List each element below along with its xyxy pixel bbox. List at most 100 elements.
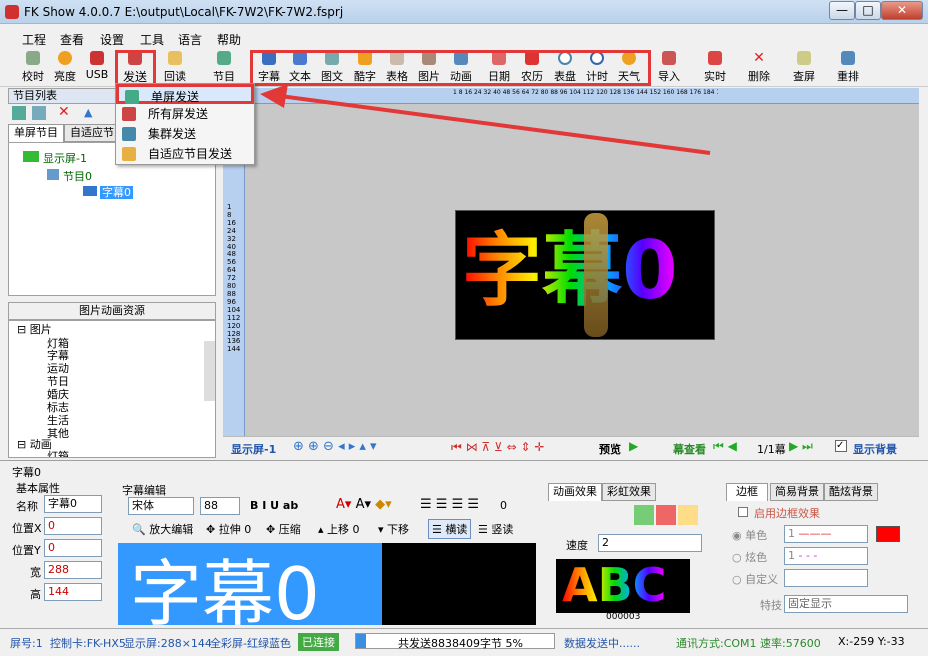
red-arrow-annotation [260, 84, 711, 155]
tab-animation-effect[interactable]: 动画效果 [548, 483, 602, 501]
single-color-radio[interactable]: ◉ 单色 [732, 527, 767, 543]
tree-screen-node[interactable]: 显示屏-1 [23, 151, 87, 165]
y-label: 位置Y [12, 544, 41, 557]
tree-item[interactable]: 运动 [47, 363, 69, 375]
usb-button[interactable]: USB [82, 51, 112, 85]
sending-status: 数据发送中...... [564, 637, 640, 650]
add-program-icon[interactable] [32, 106, 46, 120]
screen-select[interactable]: 显示屏-1 [231, 441, 276, 457]
resource-tree: ⊟ 图片 灯箱 字幕 运动 节日 婚庆 标志 生活 其他 ⊟ 动画 灯箱 [8, 320, 216, 458]
format-buttons[interactable]: B I U ab [250, 499, 298, 512]
tree-program-node[interactable]: 节目0 [47, 169, 92, 183]
tree-caption-node[interactable]: 字幕0 [83, 186, 133, 199]
menu-settings[interactable]: 设置 [100, 31, 124, 48]
vertical-ruler-labels: 1 8 16 24 32 40 48 56 64 72 80 88 96 104 112 120 128 136 1… [227, 203, 241, 354]
program-button[interactable]: 节目 [207, 51, 241, 85]
caption-editor[interactable]: 字幕0 [118, 543, 536, 625]
vertical-read-button[interactable]: ☰ 竖读 [478, 521, 513, 537]
minimize-button[interactable]: — [829, 1, 855, 20]
border-color-swatch[interactable] [876, 526, 900, 542]
read-back-button[interactable]: 回读 [157, 51, 193, 85]
led-preview-box[interactable]: 字幕0 [455, 210, 715, 340]
editor-text: 字幕0 [130, 552, 320, 625]
menu-all-send[interactable]: 所有屏发送 [116, 104, 254, 124]
screen-no: 屏号:1 [10, 637, 43, 650]
font-size-select[interactable]: 88 [200, 497, 240, 515]
check-screen-button[interactable]: 查屏 [787, 51, 821, 85]
height-label: 高 [30, 588, 41, 601]
zoom-edit-button[interactable]: 🔍 放大编辑 [132, 521, 193, 537]
speed-select[interactable]: 2 [598, 534, 702, 552]
tree-item[interactable]: 字幕 [47, 350, 69, 362]
horizontal-read-button[interactable]: ☰ 横读 [428, 519, 472, 539]
menu-tools[interactable]: 工具 [140, 31, 164, 48]
play-bar: 显示屏-1 ⊕ ⊕ ⊖ ◂ ▸ ▴ ▾ ⏮ ⋈ ⊼ ⊻ ⇔ ⇕ ✛ 预览 ▶ 幕… [223, 436, 919, 458]
scrollbar[interactable] [204, 341, 215, 401]
tree-item[interactable]: 生活 [47, 415, 69, 427]
delete-icon[interactable]: ✕ [58, 104, 70, 120]
show-bg-checkbox[interactable]: ✓ [835, 440, 847, 452]
play-icon[interactable]: ▶ [629, 439, 638, 453]
menu-cluster-send[interactable]: 集群发送 [116, 124, 254, 144]
trick-select[interactable]: 固定显示 [784, 595, 908, 613]
font-color-icon[interactable]: A▾ A▾ ◆▾ [336, 497, 392, 512]
tab-rainbow-effect[interactable]: 彩虹效果 [602, 483, 656, 501]
height-field[interactable]: 144 [44, 583, 102, 601]
first-page-icon[interactable]: ⏮ ◀ [713, 439, 737, 454]
menu-project[interactable]: 工程 [22, 31, 46, 48]
page-indicator: 1/1幕 [757, 443, 786, 456]
border-style-select[interactable]: 1 ——— [784, 525, 868, 543]
view-button[interactable]: 幕查看 [673, 441, 706, 457]
tree-item[interactable]: 婚庆 [47, 389, 69, 401]
move-down-button[interactable]: ▾ 下移 [378, 521, 409, 537]
program-tree: 显示屏-1 节目0 字幕0 [8, 142, 216, 296]
maximize-button[interactable]: □ [855, 1, 881, 20]
single-send-icon [125, 90, 139, 104]
move-up-button[interactable]: ▴ 上移 0 [318, 521, 360, 537]
close-button[interactable]: ✕ [881, 1, 923, 20]
tab-adaptive[interactable]: 自适应节目 [64, 124, 120, 155]
program-icon [217, 51, 231, 65]
menu-single-send[interactable]: 单屏发送 [116, 84, 254, 104]
align-buttons[interactable]: ☰ ☰ ☰ ☰ [420, 497, 479, 512]
menu-adaptive-send[interactable]: 自适应节目发送 [116, 144, 254, 164]
tree-item[interactable]: 节日 [47, 376, 69, 388]
sun-icon [58, 51, 72, 65]
tree-pictures[interactable]: ⊟ 图片 [17, 324, 52, 336]
delete-button[interactable]: ✕ 删除 [744, 51, 774, 85]
flash-color-radio[interactable]: ○ 炫色 [732, 549, 767, 565]
add-screen-icon[interactable] [12, 106, 26, 120]
tree-item[interactable]: 标志 [47, 402, 69, 414]
menu-view[interactable]: 查看 [60, 31, 84, 48]
custom-radio[interactable]: ○ 自定义 [732, 571, 778, 587]
tab-simple-bg[interactable]: 简易背景 [770, 483, 824, 501]
menu-language[interactable]: 语言 [178, 31, 202, 48]
move-up-icon[interactable]: ▲ [84, 106, 92, 119]
sync-time-button[interactable]: 校时 [18, 51, 48, 85]
menu-help[interactable]: 帮助 [217, 31, 241, 48]
effect-tools[interactable] [634, 505, 704, 529]
align-icons[interactable]: ⏮ ⋈ ⊼ ⊻ ⇔ ⇕ ✛ [451, 440, 544, 455]
compress-button[interactable]: ✥ 压缩 [266, 521, 301, 537]
abc-code: 000003 [606, 612, 641, 622]
width-field[interactable]: 288 [44, 561, 102, 579]
flash-style-select[interactable]: 1 - - - [784, 547, 868, 565]
linespace-value[interactable]: 0 [500, 499, 507, 512]
preview-button[interactable]: 预览 [599, 441, 621, 457]
tab-border[interactable]: 边框 [726, 483, 768, 501]
tab-single-screen[interactable]: 单屏节目 [8, 124, 64, 142]
zoom-icons[interactable]: ⊕ ⊕ ⊖ ◂ ▸ ▴ ▾ [293, 439, 377, 454]
custom-select[interactable] [784, 569, 868, 587]
y-field[interactable]: 0 [44, 539, 102, 557]
brightness-button[interactable]: 亮度 [50, 51, 80, 85]
tree-item[interactable]: 灯箱 [47, 451, 69, 458]
last-page-icon[interactable]: ▶ ⏭ [789, 439, 813, 454]
tab-cool-bg[interactable]: 酷炫背景 [824, 483, 878, 501]
rearrange-button[interactable]: 重排 [833, 51, 863, 85]
stretch-button[interactable]: ✥ 拉伸 0 [206, 521, 251, 537]
name-field[interactable]: 字幕0 [44, 495, 102, 513]
enable-border-checkbox[interactable] [738, 507, 748, 517]
x-field[interactable]: 0 [44, 517, 102, 535]
x-label: 位置X [12, 522, 42, 535]
font-select[interactable]: 宋体 [128, 497, 194, 515]
